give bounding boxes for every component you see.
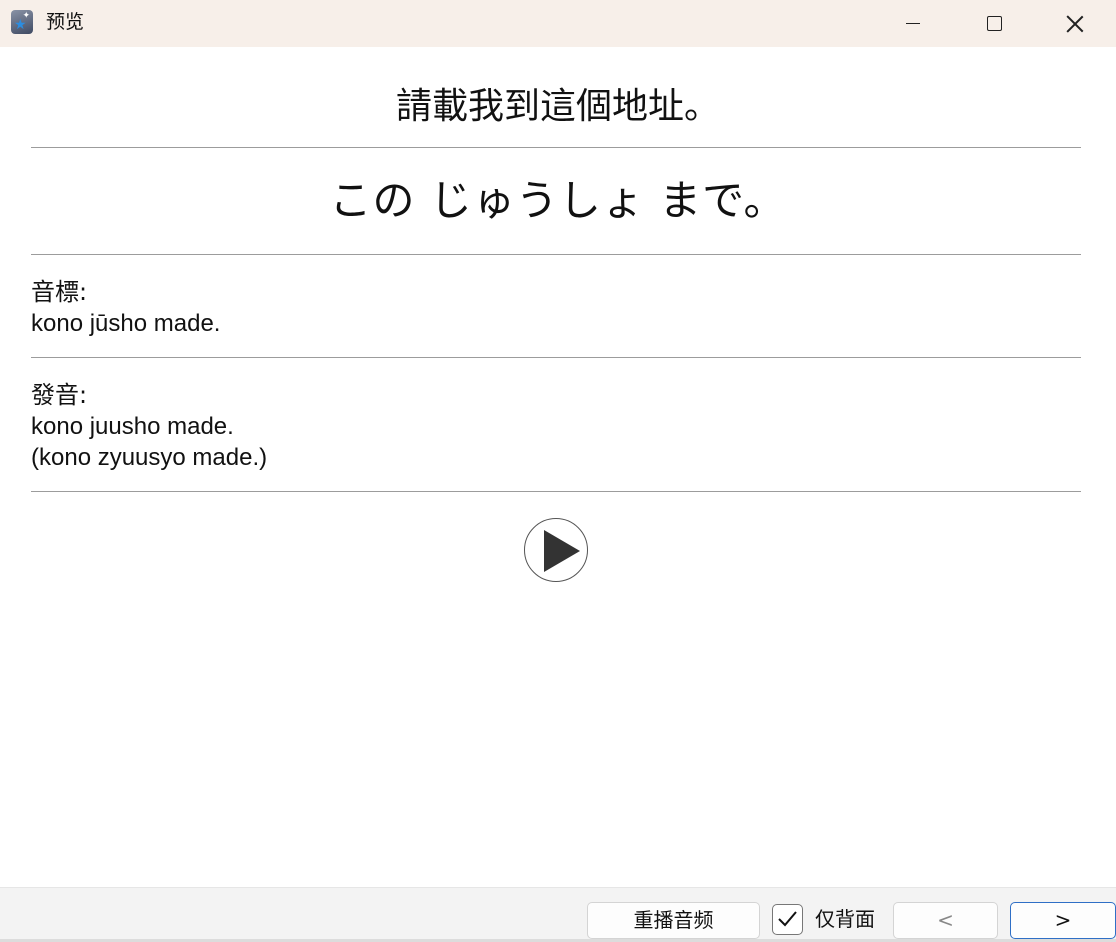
divider bbox=[31, 357, 1081, 358]
app-icon: ✦ ★ bbox=[11, 10, 33, 34]
play-audio-button[interactable] bbox=[524, 518, 588, 582]
bottom-toolbar: 重播音频 仅背面 < > bbox=[0, 887, 1116, 942]
card-content: 請載我到這個地址。 この じゅうしょ まで。 音標: kono jūsho ma… bbox=[0, 47, 1116, 887]
pronunciation-section: 發音: kono juusho made. (kono zyuusyo made… bbox=[31, 380, 267, 473]
title-bar[interactable]: ✦ ★ 预览 bbox=[0, 0, 1116, 47]
divider bbox=[31, 491, 1081, 492]
pronunciation-line-2: (kono zyuusyo made.) bbox=[31, 444, 268, 471]
pronunciation-label: 發音: bbox=[31, 381, 88, 409]
preview-window: ✦ ★ 预览 請載我到這個地址。 この じゅうしょ まで。 音標: kono j… bbox=[0, 0, 1116, 942]
maximize-icon bbox=[986, 16, 1002, 31]
phonetic-value: kono jūsho made. bbox=[31, 310, 221, 337]
pronunciation-line-1: kono juusho made. bbox=[31, 413, 234, 440]
phonetic-label: 音標: bbox=[31, 278, 88, 306]
close-button[interactable] bbox=[1035, 0, 1115, 47]
maximize-button[interactable] bbox=[954, 0, 1034, 47]
divider bbox=[31, 147, 1081, 148]
back-only-label[interactable]: 仅背面 bbox=[815, 906, 875, 932]
divider bbox=[31, 254, 1081, 255]
next-button[interactable]: > bbox=[1010, 902, 1116, 939]
checkmark-icon bbox=[778, 911, 797, 927]
minimize-button[interactable] bbox=[873, 0, 953, 47]
window-title: 预览 bbox=[46, 12, 85, 33]
close-icon bbox=[1066, 15, 1084, 33]
card-kana-text: この じゅうしょ まで。 bbox=[329, 176, 787, 225]
play-icon bbox=[544, 530, 580, 572]
card-front-text: 請載我到這個地址。 bbox=[395, 86, 720, 127]
replay-audio-button[interactable]: 重播音频 bbox=[587, 902, 760, 939]
back-only-checkbox[interactable] bbox=[772, 904, 803, 935]
minimize-icon bbox=[906, 22, 920, 25]
phonetic-section: 音標: kono jūsho made. bbox=[31, 277, 220, 339]
previous-button[interactable]: < bbox=[893, 902, 998, 939]
